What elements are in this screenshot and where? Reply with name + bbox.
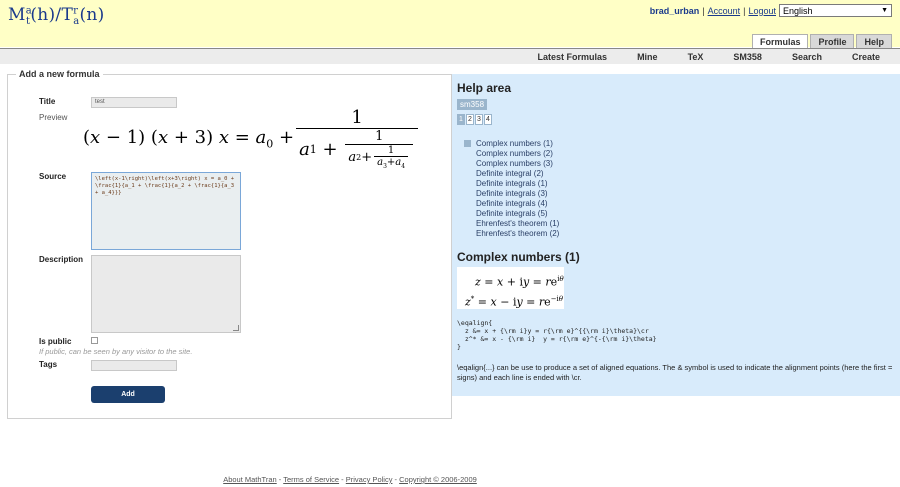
subnav-latest-formulas[interactable]: Latest Formulas xyxy=(538,52,608,62)
help-topic[interactable]: Complex numbers (2) xyxy=(476,149,559,159)
tags-input[interactable] xyxy=(91,360,177,371)
account-link[interactable]: Account xyxy=(708,6,741,16)
site-logo[interactable]: Mat(h)/Tra(n) xyxy=(8,5,105,27)
help-topic[interactable]: Ehrenfest's theorem (2) xyxy=(476,229,559,239)
page-1[interactable]: 1 xyxy=(457,114,465,125)
source-label: Source xyxy=(39,172,67,181)
page-3[interactable]: 3 xyxy=(475,114,483,125)
help-topic-list: Complex numbers (1) Complex numbers (2) … xyxy=(463,139,559,239)
help-topic[interactable]: Definite integral (2) xyxy=(476,169,559,179)
title-label: Title xyxy=(39,97,56,106)
main-tabs: Formulas Profile Help xyxy=(751,34,892,49)
help-topic[interactable]: Definite integrals (5) xyxy=(476,209,559,219)
public-label: Is public xyxy=(39,337,72,346)
privacy-link[interactable]: Privacy Policy xyxy=(346,475,393,484)
terms-link[interactable]: Terms of Service xyxy=(283,475,339,484)
page-4[interactable]: 4 xyxy=(484,114,492,125)
user-bar: brad_urban | Account | Logout English ▼ xyxy=(650,4,892,17)
form-legend: Add a new formula xyxy=(16,69,103,79)
subnav-mine[interactable]: Mine xyxy=(637,52,658,62)
language-value: English xyxy=(783,5,813,16)
resize-handle-icon[interactable] xyxy=(233,325,239,331)
page-2[interactable]: 2 xyxy=(466,114,474,125)
language-select[interactable]: English ▼ xyxy=(779,4,892,17)
subnav-tex[interactable]: TeX xyxy=(688,52,704,62)
footer: About MathTran - Terms of Service - Priv… xyxy=(223,475,477,484)
help-title: Help area xyxy=(457,81,512,95)
add-button[interactable]: Add xyxy=(91,386,165,403)
tab-formulas[interactable]: Formulas xyxy=(751,34,809,49)
logout-link[interactable]: Logout xyxy=(748,6,776,16)
username-link[interactable]: brad_urban xyxy=(650,6,700,16)
help-code: \eqalign{ z &= x + {\rm i}y = r{\rm e}^{… xyxy=(457,319,657,351)
description-textarea[interactable] xyxy=(91,255,241,333)
header: Mat(h)/Tra(n) brad_urban | Account | Log… xyxy=(0,0,900,49)
help-topic[interactable]: Ehrenfest's theorem (1) xyxy=(476,219,559,229)
help-pagination: 1 2 3 4 xyxy=(457,114,492,125)
help-area: Help area sm358 1 2 3 4 Complex numbers … xyxy=(452,74,900,396)
help-topic[interactable]: Definite integrals (1) xyxy=(476,179,559,189)
formula-preview: (x − 1) (x + 3) x = a0 + 1 a1 + 1 a 2 + 1 … xyxy=(83,107,420,170)
is-public-checkbox[interactable] xyxy=(91,337,98,344)
help-topic[interactable]: Complex numbers (1) xyxy=(463,139,559,149)
add-formula-form: Add a new formula Title test Preview (x … xyxy=(7,69,452,419)
tags-label: Tags xyxy=(39,360,58,369)
tab-help[interactable]: Help xyxy=(856,34,892,48)
tab-profile[interactable]: Profile xyxy=(810,34,855,48)
chevron-down-icon: ▼ xyxy=(881,7,888,14)
preview-label: Preview xyxy=(39,113,68,122)
subnav-create[interactable]: Create xyxy=(852,52,880,62)
help-formula-image: z = x + iy = reiθ z* = x − iy = re−iθ xyxy=(457,267,564,309)
help-description: \eqalign{...} can be use to produce a se… xyxy=(457,363,893,382)
sub-navigation: Latest Formulas Mine TeX SM358 Search Cr… xyxy=(0,48,900,64)
help-subtitle: Complex numbers (1) xyxy=(457,250,580,264)
subnav-search[interactable]: Search xyxy=(792,52,822,62)
help-topic[interactable]: Complex numbers (3) xyxy=(476,159,559,169)
about-link[interactable]: About MathTran xyxy=(223,475,277,484)
copyright-link[interactable]: Copyright © 2006-2009 xyxy=(399,475,477,484)
help-topic[interactable]: Definite integrals (4) xyxy=(476,199,559,209)
help-tag[interactable]: sm358 xyxy=(457,99,488,110)
subnav-sm358[interactable]: SM358 xyxy=(733,52,762,62)
public-hint: If public, can be seen by any visitor to… xyxy=(39,347,193,356)
source-textarea[interactable]: \left(x-1\right)\left(x+3\right) x = a_0… xyxy=(91,172,241,250)
description-label: Description xyxy=(39,255,84,264)
help-topic[interactable]: Definite integrals (3) xyxy=(476,189,559,199)
